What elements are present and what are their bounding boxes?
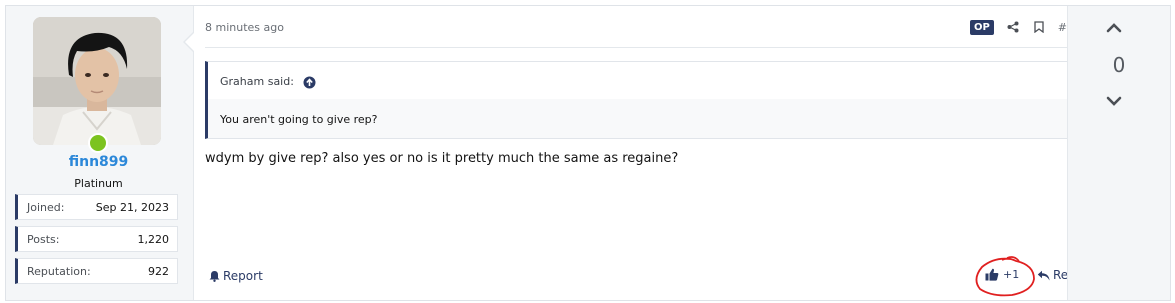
stat-value: Sep 21, 2023: [95, 201, 169, 214]
avatar-image: [33, 17, 161, 145]
chevron-up-icon[interactable]: [1104, 19, 1124, 35]
post-timestamp[interactable]: 8 minutes ago: [205, 21, 284, 34]
thumbs-up-icon: [985, 268, 999, 281]
quote-author: Graham said:: [220, 75, 294, 88]
share-icon[interactable]: [1006, 20, 1020, 34]
stat-label: Joined:: [27, 201, 65, 214]
report-label: Report: [223, 269, 263, 283]
post-header-actions: OP #5: [969, 17, 1074, 37]
post-pointer: [185, 33, 194, 51]
header-divider: [205, 47, 1085, 48]
user-info-panel: finn899 Platinum Joined: Sep 21, 2023 Po…: [6, 6, 194, 300]
user-stat-joined: Joined: Sep 21, 2023: [15, 194, 178, 220]
like-count: +1: [1003, 268, 1020, 281]
online-status-indicator: [88, 133, 108, 153]
user-stat-reputation: Reputation: 922: [15, 258, 178, 284]
stat-label: Reputation:: [27, 265, 91, 278]
username-link[interactable]: finn899: [6, 154, 191, 170]
op-badge: OP: [969, 19, 994, 35]
quote-block: Graham said: You aren't going to give re…: [205, 61, 1085, 139]
like-button[interactable]: +1: [985, 268, 1019, 281]
vote-panel: 0: [1067, 6, 1170, 300]
chevron-down-icon[interactable]: [1104, 93, 1124, 109]
user-stat-posts: Posts: 1,220: [15, 226, 178, 252]
user-title: Platinum: [74, 177, 123, 190]
bell-icon: [209, 271, 220, 282]
report-button[interactable]: Report: [209, 269, 263, 283]
stat-value: 922: [148, 265, 169, 278]
avatar[interactable]: [33, 17, 161, 145]
forum-post: finn899 Platinum Joined: Sep 21, 2023 Po…: [5, 5, 1171, 301]
stat-label: Posts:: [27, 233, 60, 246]
reply-icon: [1037, 270, 1050, 280]
bookmark-icon[interactable]: [1032, 20, 1046, 34]
quote-text: You aren't going to give rep?: [220, 113, 378, 126]
quote-header: Graham said:: [208, 62, 1084, 99]
stat-value: 1,220: [137, 233, 170, 246]
arrow-up-circle-icon[interactable]: [303, 74, 316, 89]
post-message: wdym by give rep? also yes or no is it p…: [205, 151, 679, 166]
vote-score: 0: [1112, 53, 1126, 77]
